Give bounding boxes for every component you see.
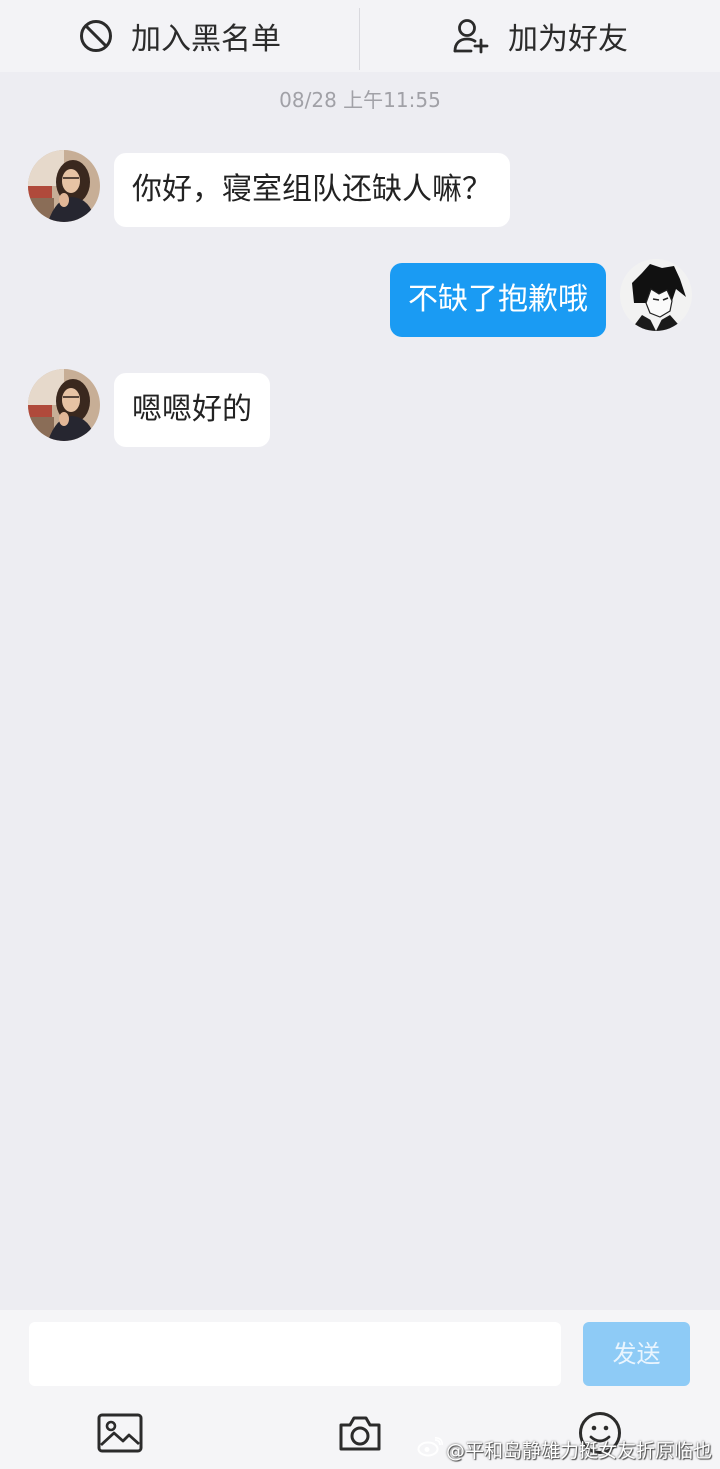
- ban-icon: [79, 19, 113, 53]
- add-user-icon: [452, 18, 490, 54]
- image-icon[interactable]: [97, 1410, 143, 1456]
- my-avatar[interactable]: [620, 259, 692, 331]
- message-input[interactable]: [29, 1322, 561, 1386]
- block-user-button[interactable]: 加入黑名单: [0, 0, 360, 72]
- message-timestamp: 08/28 上午11:55: [279, 88, 441, 112]
- incoming-message-bubble: 嗯嗯好的: [114, 373, 270, 447]
- top-bar-divider: [359, 8, 360, 70]
- contact-avatar[interactable]: [28, 150, 100, 222]
- chat-top-bar: 加入黑名单 加为好友: [0, 0, 720, 72]
- block-user-label: 加入黑名单: [131, 22, 281, 57]
- weibo-logo-icon: [417, 1437, 443, 1462]
- contact-avatar[interactable]: [28, 369, 100, 441]
- send-button[interactable]: 发送: [583, 1322, 690, 1386]
- camera-icon[interactable]: [337, 1410, 383, 1456]
- incoming-message-bubble: 你好，寝室组队还缺人嘛？: [114, 153, 510, 227]
- watermark-text: @平和岛静雄力挺女友折原临也: [445, 1440, 712, 1462]
- add-friend-button[interactable]: 加为好友: [360, 0, 720, 72]
- outgoing-message-bubble: 不缺了抱歉哦: [390, 263, 606, 337]
- add-friend-label: 加为好友: [508, 22, 628, 57]
- watermark: @平和岛静雄力挺女友折原临也: [417, 1436, 712, 1463]
